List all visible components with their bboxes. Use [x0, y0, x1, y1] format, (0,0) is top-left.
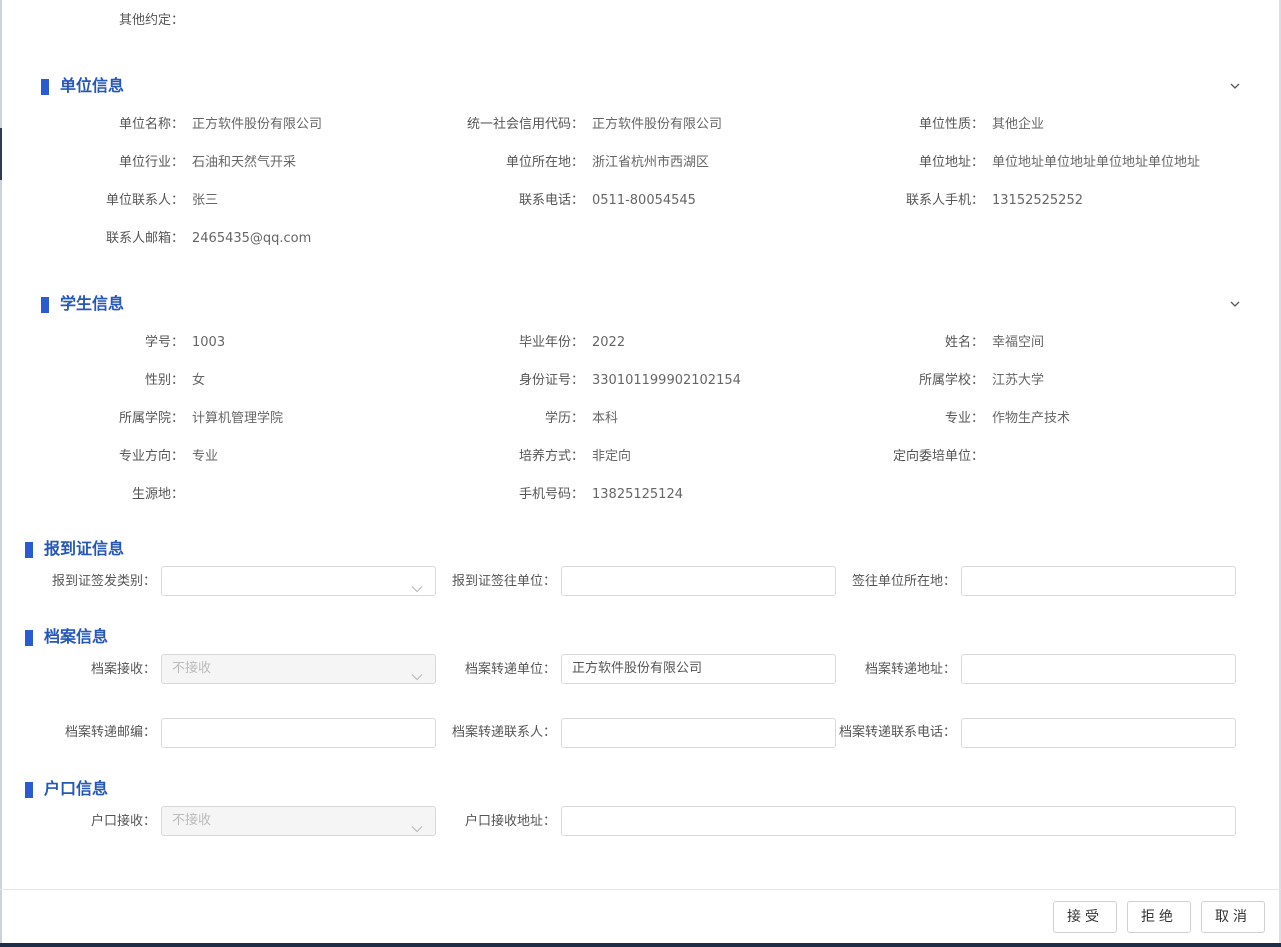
- hukou-receive-select[interactable]: 不接收: [161, 806, 436, 836]
- unit-nature-label: 单位性质：: [918, 117, 984, 132]
- section-title-archive: 档案信息: [44, 627, 109, 646]
- student-name-value: 幸福空间: [992, 335, 1045, 350]
- window-edge-bottom: [0, 943, 1281, 947]
- origin-label: 生源地：: [131, 487, 184, 502]
- student-name-label: 姓名：: [944, 335, 984, 350]
- section-marker: [25, 542, 33, 558]
- report-location-input[interactable]: [961, 566, 1236, 596]
- school-label: 所属学校：: [918, 373, 984, 388]
- college-label: 所属学院：: [118, 411, 184, 426]
- unit-name-label: 单位名称：: [118, 117, 184, 132]
- section-title-report: 报到证信息: [44, 539, 125, 558]
- footer-divider: [0, 889, 1281, 890]
- reject-button[interactable]: 拒绝: [1127, 901, 1191, 933]
- unit-name-value: 正方软件股份有限公司: [192, 117, 323, 132]
- hukou-address-label: 户口接收地址：: [464, 814, 556, 829]
- major-value: 作物生产技术: [992, 411, 1071, 426]
- contact-mobile-label: 联系人手机：: [905, 193, 984, 208]
- archive-unit-input[interactable]: 正方软件股份有限公司: [561, 654, 836, 684]
- id-number-value: 330101199902102154: [592, 373, 741, 388]
- report-type-select[interactable]: [161, 566, 436, 596]
- education-label: 学历：: [544, 411, 584, 426]
- chevron-down-icon: [411, 664, 423, 681]
- section-marker: [41, 297, 49, 313]
- archive-address-input[interactable]: [961, 654, 1236, 684]
- unit-phone-value: 0511-80054545: [592, 193, 696, 208]
- id-number-label: 身份证号：: [518, 373, 584, 388]
- college-value: 计算机管理学院: [192, 411, 284, 426]
- archive-receive-label: 档案接收：: [90, 662, 156, 677]
- accept-button[interactable]: 接受: [1053, 901, 1117, 933]
- section-title-hukou: 户口信息: [44, 779, 109, 798]
- report-location-label: 签往单位所在地：: [851, 574, 956, 589]
- archive-unit-label: 档案转递单位：: [464, 662, 556, 677]
- training-mode-label: 培养方式：: [518, 449, 584, 464]
- student-id-value: 1003: [192, 335, 226, 350]
- mobile-label: 手机号码：: [518, 487, 584, 502]
- unit-industry-label: 单位行业：: [118, 155, 184, 170]
- chevron-down-icon: [411, 816, 423, 833]
- cancel-button[interactable]: 取消: [1201, 901, 1265, 933]
- major-direction-value: 专业: [192, 449, 219, 464]
- hukou-receive-value: 不接收: [172, 813, 212, 828]
- archive-receive-value: 不接收: [172, 661, 212, 676]
- education-value: 本科: [592, 411, 619, 426]
- school-value: 江苏大学: [992, 373, 1045, 388]
- unit-contact-label: 单位联系人：: [105, 193, 184, 208]
- section-marker: [25, 782, 33, 798]
- unit-nature-value: 其他企业: [992, 117, 1045, 132]
- archive-phone-label: 档案转递联系电话：: [838, 725, 956, 740]
- archive-contact-input[interactable]: [561, 718, 836, 748]
- unit-address-label: 单位地址：: [918, 155, 984, 170]
- gender-value: 女: [192, 373, 206, 388]
- archive-receive-select[interactable]: 不接收: [161, 654, 436, 684]
- report-unit-input[interactable]: [561, 566, 836, 596]
- unit-location-label: 单位所在地：: [505, 155, 584, 170]
- credit-code-label: 统一社会信用代码：: [466, 117, 584, 132]
- sponsor-unit-label: 定向委培单位：: [892, 449, 984, 464]
- student-id-label: 学号：: [144, 335, 184, 350]
- unit-contact-value: 张三: [192, 193, 219, 208]
- archive-contact-label: 档案转递联系人：: [451, 725, 556, 740]
- major-label: 专业：: [944, 411, 984, 426]
- contact-email-value: 2465435@qq.com: [192, 231, 312, 246]
- section-title-unit: 单位信息: [60, 76, 125, 95]
- training-mode-value: 非定向: [592, 449, 632, 464]
- mobile-value: 13825125124: [592, 487, 683, 502]
- window-edge-marker: [0, 128, 2, 180]
- archive-zip-input[interactable]: [161, 718, 436, 748]
- archive-address-label: 档案转递地址：: [864, 662, 956, 677]
- grad-year-value: 2022: [592, 335, 626, 350]
- credit-code-value: 正方软件股份有限公司: [592, 117, 723, 132]
- gender-label: 性别：: [144, 373, 184, 388]
- hukou-receive-label: 户口接收：: [90, 814, 156, 829]
- chevron-down-icon[interactable]: [1230, 300, 1240, 309]
- unit-industry-value: 石油和天然气开采: [192, 155, 297, 170]
- major-direction-label: 专业方向：: [118, 449, 184, 464]
- unit-phone-label: 联系电话：: [518, 193, 584, 208]
- archive-zip-label: 档案转递邮编：: [64, 725, 156, 740]
- unit-location-value: 浙江省杭州市西湖区: [592, 155, 710, 170]
- section-title-student: 学生信息: [60, 294, 125, 313]
- report-type-label: 报到证签发类别：: [51, 574, 156, 589]
- archive-phone-input[interactable]: [961, 718, 1236, 748]
- other-agreement-label: 其他约定：: [118, 13, 184, 28]
- report-unit-label: 报到证签往单位：: [451, 574, 556, 589]
- section-marker: [25, 630, 33, 646]
- contact-mobile-value: 13152525252: [992, 193, 1083, 208]
- unit-address-value: 单位地址单位地址单位地址单位地址: [992, 155, 1201, 170]
- chevron-down-icon[interactable]: [1230, 82, 1240, 91]
- section-marker: [41, 79, 49, 95]
- hukou-address-input[interactable]: [561, 806, 1236, 836]
- contact-email-label: 联系人邮箱：: [105, 231, 184, 246]
- chevron-down-icon: [411, 576, 423, 593]
- grad-year-label: 毕业年份：: [518, 335, 584, 350]
